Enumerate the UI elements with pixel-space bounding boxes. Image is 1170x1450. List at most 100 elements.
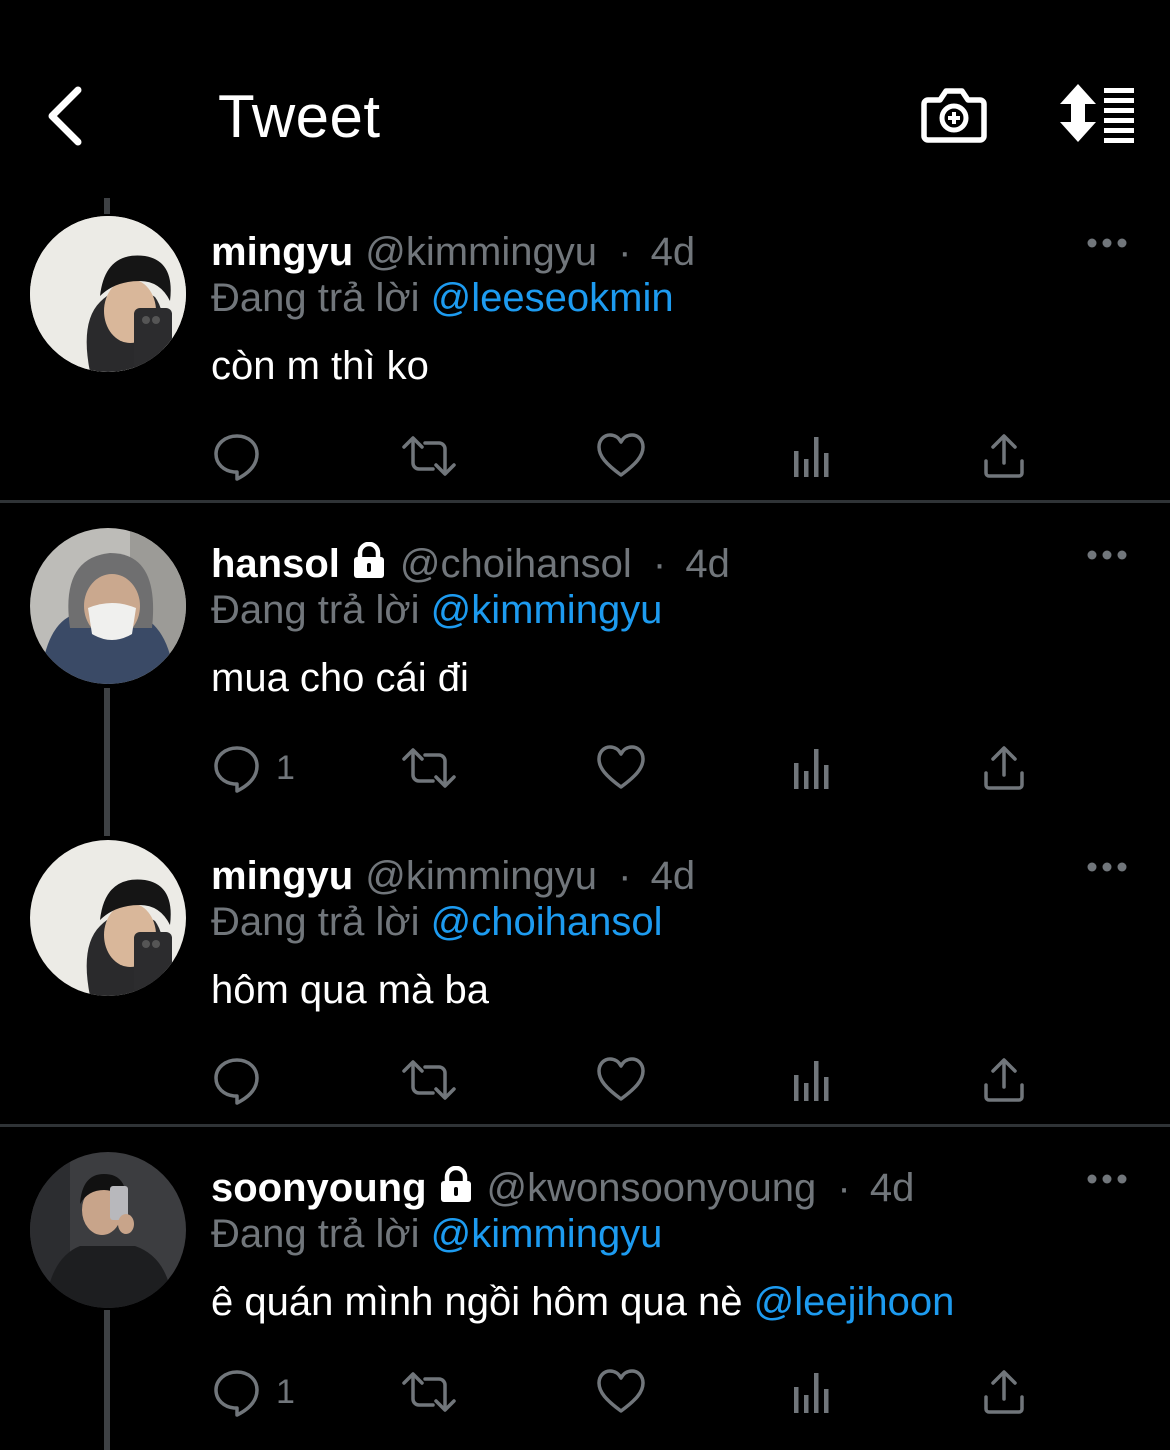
tweet-text: ê quán mình ngồi hôm qua nè @leejihoon	[211, 1276, 954, 1328]
tweet-actions: 1	[0, 1364, 1170, 1420]
tweet-text-body: ê quán mình ngồi hôm qua nè	[211, 1280, 754, 1324]
reply-icon	[214, 1370, 259, 1417]
more-options-icon[interactable]	[1086, 236, 1128, 250]
display-name[interactable]: mingyu	[211, 230, 353, 274]
tweet-actions: 1	[0, 740, 1170, 796]
share-icon	[984, 746, 1024, 790]
reply-prefix: Đang trả lời	[211, 588, 420, 632]
analytics-icon	[794, 1061, 829, 1101]
share-icon	[984, 1370, 1024, 1414]
retweet-button[interactable]	[400, 1052, 458, 1108]
reply-count: 1	[276, 748, 295, 787]
reply-to-mention[interactable]: @kimmingyu	[431, 588, 663, 632]
tweet-text-body: còn m thì ko	[211, 344, 429, 388]
heart-icon	[597, 745, 645, 789]
like-button[interactable]	[596, 1364, 646, 1420]
share-button[interactable]	[982, 1364, 1026, 1420]
reply-to-mention[interactable]: @leeseokmin	[431, 276, 674, 320]
tweet-text: còn m thì ko	[211, 340, 429, 392]
heart-icon	[597, 1057, 645, 1101]
tweet-text-body: hôm qua mà ba	[211, 968, 489, 1012]
tweet-actions	[0, 428, 1170, 484]
reply-prefix: Đang trả lời	[211, 900, 420, 944]
retweet-button[interactable]	[400, 428, 458, 484]
separator: ·	[618, 854, 632, 898]
reply-context: Đang trả lời @choihansol	[211, 896, 663, 948]
heart-icon	[597, 1369, 645, 1413]
retweet-icon	[402, 1060, 456, 1100]
analytics-button[interactable]	[792, 740, 834, 796]
more-options-icon[interactable]	[1086, 1172, 1128, 1186]
reply-context: Đang trả lời @kimmingyu	[211, 1208, 662, 1260]
avatar[interactable]	[30, 1152, 186, 1308]
sort-timeline-icon[interactable]	[1058, 82, 1140, 144]
tweet-text: mua cho cái đi	[211, 652, 469, 704]
reply-prefix: Đang trả lời	[211, 276, 420, 320]
analytics-icon	[794, 1373, 829, 1413]
tweet-text: hôm qua mà ba	[211, 964, 489, 1016]
analytics-icon	[794, 749, 829, 789]
analytics-icon	[794, 437, 829, 477]
timestamp[interactable]: 4d	[870, 1166, 915, 1210]
share-button[interactable]	[982, 740, 1026, 796]
tweet-header: mingyu @kimmingyu · 4d	[211, 226, 695, 278]
more-options-icon[interactable]	[1086, 548, 1128, 562]
avatar[interactable]	[30, 840, 186, 996]
analytics-button[interactable]	[792, 1364, 834, 1420]
user-handle[interactable]: @kwonsoonyoung	[487, 1166, 817, 1210]
timestamp[interactable]: 4d	[685, 542, 730, 586]
reply-button[interactable]	[212, 428, 276, 484]
tweet-header: mingyu @kimmingyu · 4d	[211, 850, 695, 902]
display-name[interactable]: mingyu	[211, 854, 353, 898]
analytics-button[interactable]	[792, 428, 834, 484]
tweet[interactable]: hansol @choihansol · 4d Đang trả lời @kim…	[0, 512, 1170, 822]
more-options-icon[interactable]	[1086, 860, 1128, 874]
analytics-button[interactable]	[792, 1052, 834, 1108]
like-button[interactable]	[596, 1052, 646, 1108]
share-button[interactable]	[982, 1052, 1026, 1108]
top-bar: Tweet	[0, 0, 1170, 200]
like-button[interactable]	[596, 740, 646, 796]
like-button[interactable]	[596, 428, 646, 484]
user-handle[interactable]: @choihansol	[400, 542, 632, 586]
tweet[interactable]: mingyu @kimmingyu · 4d Đang trả lời @lees…	[0, 200, 1170, 510]
separator: ·	[618, 230, 632, 274]
reply-to-mention[interactable]: @kimmingyu	[431, 1212, 663, 1256]
separator: ·	[837, 1166, 851, 1210]
display-name[interactable]: soonyoung	[211, 1166, 427, 1210]
camera-add-icon[interactable]	[920, 80, 988, 148]
heart-icon	[597, 433, 645, 477]
reply-to-mention[interactable]: @choihansol	[431, 900, 663, 944]
user-handle[interactable]: @kimmingyu	[365, 854, 597, 898]
timestamp[interactable]: 4d	[651, 854, 696, 898]
reply-count: 1	[276, 1372, 295, 1411]
page-title: Tweet	[218, 83, 381, 150]
reply-prefix: Đang trả lời	[211, 1212, 420, 1256]
tweet-text-body: mua cho cái đi	[211, 656, 469, 700]
share-icon	[984, 1058, 1024, 1102]
display-name[interactable]: hansol	[211, 542, 340, 586]
back-arrow-icon[interactable]	[40, 80, 100, 152]
tweet[interactable]: mingyu @kimmingyu · 4d Đang trả lời @choi…	[0, 824, 1170, 1134]
reply-context: Đang trả lời @kimmingyu	[211, 584, 662, 636]
reply-icon	[214, 1058, 259, 1105]
avatar[interactable]	[30, 528, 186, 684]
reply-button[interactable]: 1	[212, 740, 295, 796]
separator: ·	[652, 542, 667, 586]
user-handle[interactable]: @kimmingyu	[365, 230, 597, 274]
retweet-button[interactable]	[400, 1364, 458, 1420]
share-icon	[984, 434, 1024, 478]
tweet-mention[interactable]: @leejihoon	[754, 1280, 955, 1324]
share-button[interactable]	[982, 428, 1026, 484]
tweet[interactable]: soonyoung @kwonsoonyoung · 4d Đang trả lờ…	[0, 1136, 1170, 1446]
retweet-button[interactable]	[400, 740, 458, 796]
avatar[interactable]	[30, 216, 186, 372]
reply-button[interactable]: 1	[212, 1364, 295, 1420]
tweet-actions	[0, 1052, 1170, 1108]
reply-button[interactable]	[212, 1052, 276, 1108]
reply-context: Đang trả lời @leeseokmin	[211, 272, 674, 324]
retweet-icon	[402, 748, 456, 788]
timestamp[interactable]: 4d	[651, 230, 696, 274]
reply-icon	[214, 434, 259, 481]
reply-icon	[214, 746, 259, 793]
